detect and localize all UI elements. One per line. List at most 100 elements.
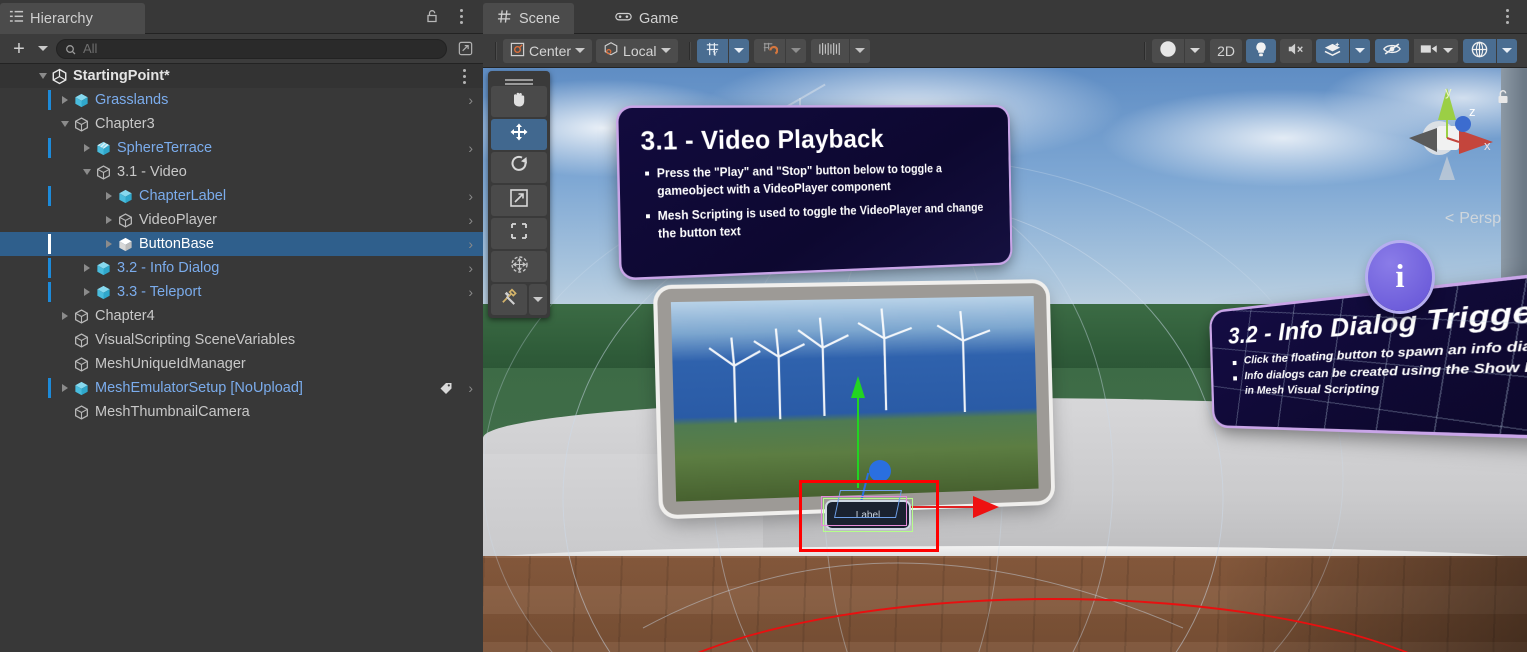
scene-audio-button[interactable] bbox=[1280, 39, 1312, 63]
chevron-left-icon: < bbox=[1445, 210, 1454, 228]
collapse-triangle-icon[interactable] bbox=[58, 118, 71, 131]
collapse-triangle-icon[interactable] bbox=[36, 70, 49, 83]
scene-orientation-gizmo[interactable]: y x z bbox=[1393, 80, 1501, 188]
collapse-triangle-icon[interactable] bbox=[80, 166, 93, 179]
camera-projection-toggle[interactable]: < Persp bbox=[1445, 210, 1501, 228]
search-placeholder: All bbox=[83, 41, 97, 56]
hierarchy-row-label: ChapterLabel bbox=[139, 188, 226, 204]
scene-gizmos-button[interactable] bbox=[1463, 39, 1496, 63]
scene-gizmos-dropdown[interactable] bbox=[1496, 39, 1517, 63]
scene-fx-button[interactable] bbox=[1316, 39, 1349, 63]
add-gameobject-button[interactable]: + bbox=[6, 38, 32, 60]
expand-triangle-icon[interactable] bbox=[102, 190, 115, 203]
pivot-mode-chevron-down-icon[interactable] bbox=[575, 48, 585, 53]
hierarchy-row-visualscripting-scenevariables[interactable]: VisualScripting SceneVariables bbox=[0, 328, 483, 352]
expand-triangle-icon[interactable] bbox=[58, 94, 71, 107]
hierarchy-icon bbox=[9, 9, 24, 29]
hierarchy-row-label: 3.2 - Info Dialog bbox=[117, 260, 219, 276]
scene-fx-dropdown[interactable] bbox=[1349, 39, 1370, 63]
scale-tool-button[interactable] bbox=[491, 185, 547, 216]
expand-triangle-icon[interactable] bbox=[102, 214, 115, 227]
hierarchy-row-chapter3[interactable]: Chapter3 bbox=[0, 112, 483, 136]
transform-gizmo-y-handle[interactable] bbox=[851, 376, 865, 398]
search-input[interactable]: All bbox=[56, 39, 447, 59]
scene-camera-button[interactable] bbox=[1413, 39, 1458, 63]
grid-size-button[interactable] bbox=[811, 39, 849, 63]
hierarchy-row-meshemulatorsetup-noupload[interactable]: MeshEmulatorSetup [NoUpload]› bbox=[0, 376, 483, 400]
tab-hierarchy[interactable]: Hierarchy bbox=[0, 3, 145, 34]
open-prefab-chevron-right-icon[interactable]: › bbox=[468, 212, 473, 228]
expand-triangle-icon[interactable] bbox=[102, 238, 115, 251]
open-prefab-chevron-right-icon[interactable]: › bbox=[468, 380, 473, 396]
hierarchy-tree[interactable]: StartingPoint*Grasslands›Chapter3SphereT… bbox=[0, 64, 483, 652]
scene-visibility-button[interactable] bbox=[1375, 39, 1409, 63]
popout-icon[interactable] bbox=[453, 38, 477, 60]
hierarchy-row-chapterlabel[interactable]: ChapterLabel › bbox=[0, 184, 483, 208]
shading-mode-group bbox=[1152, 39, 1205, 63]
move-tool-button[interactable] bbox=[491, 119, 547, 150]
hierarchy-row-chapter4[interactable]: Chapter4 bbox=[0, 304, 483, 328]
grid-axis-button[interactable]: Y bbox=[697, 39, 728, 63]
transform-gizmo-x-handle[interactable] bbox=[973, 496, 999, 518]
scene-kebab-menu-icon[interactable] bbox=[1499, 6, 1515, 26]
handle-space-button[interactable]: Local bbox=[596, 39, 677, 63]
scene-row-kebab-menu-icon[interactable] bbox=[457, 67, 471, 85]
grid-snap-button[interactable] bbox=[754, 39, 785, 63]
shading-mode-button[interactable] bbox=[1152, 39, 1184, 63]
prefab-instance-indicator bbox=[48, 90, 51, 110]
grid-axis-dropdown[interactable] bbox=[728, 39, 749, 63]
axis-x-label: x bbox=[1484, 138, 1491, 153]
add-gameobject-dropdown-icon[interactable] bbox=[34, 38, 52, 60]
hierarchy-row-buttonbase[interactable]: ButtonBase› bbox=[0, 232, 483, 256]
scene-panel: Scene Game bbox=[483, 0, 1527, 652]
scene-tool-palette[interactable] bbox=[488, 71, 550, 318]
open-prefab-chevron-right-icon[interactable]: › bbox=[468, 284, 473, 300]
rotate-tool-button[interactable] bbox=[491, 152, 547, 183]
info-dialog-trigger-button[interactable]: i bbox=[1368, 243, 1432, 311]
scene-viewport[interactable]: 3.1 - Video Playback Press the "Play" an… bbox=[483, 68, 1527, 652]
hierarchy-kebab-menu-icon[interactable] bbox=[453, 6, 469, 26]
open-prefab-chevron-right-icon[interactable]: › bbox=[468, 260, 473, 276]
shading-mode-dropdown[interactable] bbox=[1184, 39, 1205, 63]
open-prefab-chevron-right-icon[interactable]: › bbox=[468, 188, 473, 204]
hierarchy-row-sphereterrace[interactable]: SphereTerrace› bbox=[0, 136, 483, 160]
toggle-2d-button[interactable]: 2D bbox=[1210, 39, 1242, 63]
pivot-mode-button[interactable]: Center bbox=[503, 39, 592, 63]
prefab-tag-icon bbox=[439, 381, 453, 395]
hierarchy-row-meshuniqueidmanager[interactable]: MeshUniqueIdManager bbox=[0, 352, 483, 376]
expand-triangle-icon[interactable] bbox=[58, 310, 71, 323]
shaded-sphere-icon bbox=[1159, 40, 1177, 61]
hierarchy-row-3-2-info-dialog[interactable]: 3.2 - Info Dialog › bbox=[0, 256, 483, 280]
orientation-lock-open-icon[interactable] bbox=[1495, 88, 1511, 106]
axis-z-label: z bbox=[1469, 104, 1476, 119]
grid-snap-dropdown[interactable] bbox=[785, 39, 806, 63]
tab-scene[interactable]: Scene bbox=[483, 3, 574, 34]
open-prefab-chevron-right-icon[interactable]: › bbox=[468, 140, 473, 156]
hierarchy-row-3-1-video[interactable]: 3.1 - Video bbox=[0, 160, 483, 184]
transform-tool-button[interactable] bbox=[491, 251, 547, 282]
custom-tools-dropdown[interactable] bbox=[529, 284, 547, 315]
custom-tools-button[interactable] bbox=[491, 284, 527, 315]
transform-gizmo-z-handle[interactable] bbox=[869, 460, 891, 482]
hand-tool-button[interactable] bbox=[491, 86, 547, 117]
audio-mute-icon bbox=[1287, 41, 1305, 60]
hierarchy-row-3-3-teleport[interactable]: 3.3 - Teleport› bbox=[0, 280, 483, 304]
scene-lighting-button[interactable] bbox=[1246, 39, 1276, 63]
hierarchy-row-meshthumbnailcamera[interactable]: MeshThumbnailCamera bbox=[0, 400, 483, 424]
transform-gizmo-y-axis[interactable] bbox=[857, 388, 859, 488]
grid-size-dropdown[interactable] bbox=[849, 39, 870, 63]
expand-triangle-icon[interactable] bbox=[80, 286, 93, 299]
expand-triangle-icon[interactable] bbox=[58, 382, 71, 395]
tab-game[interactable]: Game bbox=[601, 3, 693, 34]
handle-space-chevron-down-icon[interactable] bbox=[661, 48, 671, 53]
expand-triangle-icon[interactable] bbox=[80, 262, 93, 275]
hierarchy-row-grasslands[interactable]: Grasslands› bbox=[0, 88, 483, 112]
hierarchy-row-startingpoint[interactable]: StartingPoint* bbox=[0, 64, 483, 88]
open-prefab-chevron-right-icon[interactable]: › bbox=[468, 236, 473, 252]
open-prefab-chevron-right-icon[interactable]: › bbox=[468, 92, 473, 108]
hierarchy-row-videoplayer[interactable]: VideoPlayer› bbox=[0, 208, 483, 232]
lock-open-icon[interactable] bbox=[423, 7, 441, 25]
tool-palette-drag-handle[interactable] bbox=[491, 74, 547, 86]
expand-triangle-icon[interactable] bbox=[80, 142, 93, 155]
rect-tool-button[interactable] bbox=[491, 218, 547, 249]
